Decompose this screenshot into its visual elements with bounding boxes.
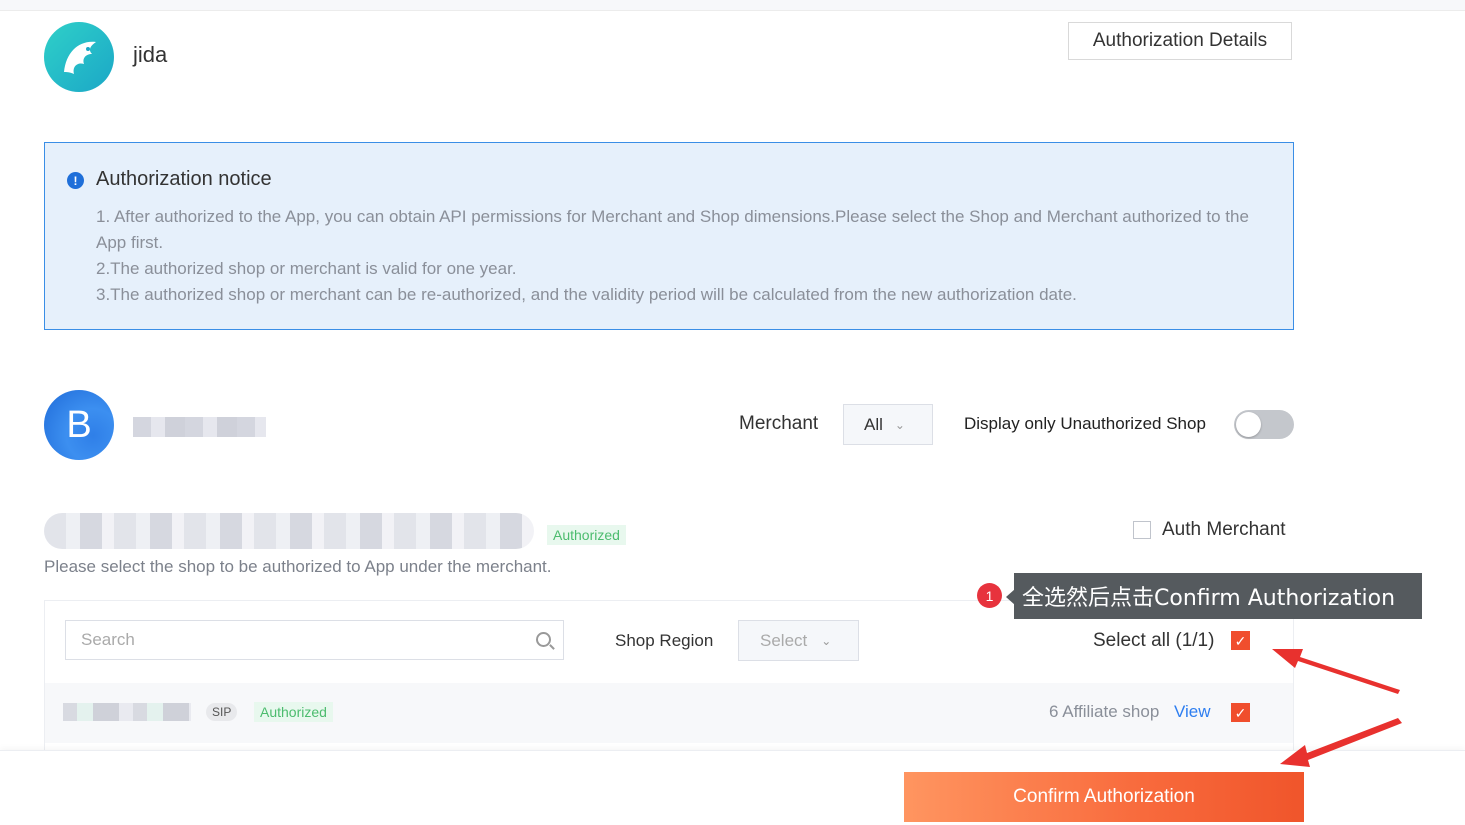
search-icon[interactable] [536,632,551,647]
step-badge: 1 [977,583,1002,608]
display-unauthorized-toggle[interactable] [1234,410,1294,439]
display-unauthorized-label: Display only Unauthorized Shop [964,414,1206,433]
app-logo [44,22,114,92]
chevron-down-icon: ⌄ [894,417,905,432]
instruction-tooltip: 全选然后点击Confirm Authorization [1014,573,1422,619]
auth-merchant-label: Auth Merchant [1162,519,1286,540]
region-badge: SIP [206,703,238,721]
app-name: jida [133,42,168,67]
notice-line: 2.The authorized shop or merchant is val… [96,259,517,278]
merchant-filter-label: Merchant [739,413,819,434]
merchant-avatar: B [44,390,114,460]
notice-line: 1. After authorized to the App, you can … [96,207,1249,252]
affiliate-shop-count: 6 Affiliate shop [1049,702,1160,721]
status-badge: Authorized [254,702,333,722]
merchant-hint: Please select the shop to be authorized … [44,557,552,576]
top-border [0,0,1465,11]
merchant-filter-value: All [864,414,883,434]
authorization-details-button[interactable]: Authorization Details [1068,22,1292,60]
search-input[interactable] [65,620,564,660]
chevron-down-icon: ⌄ [821,633,832,648]
merchant-shop-name-redacted [44,513,534,549]
confirm-authorization-button[interactable]: Confirm Authorization [904,772,1304,822]
notice-body: 1. After authorized to the App, you can … [96,204,1266,308]
shop-region-label: Shop Region [615,631,714,650]
authorization-notice: ! Authorization notice 1. After authoriz… [44,142,1294,330]
notice-line: 3.The authorized shop or merchant can be… [96,285,1077,304]
checkbox-box[interactable] [1133,521,1151,539]
shop-row-checkbox[interactable]: ✓ [1231,703,1250,722]
shop-region-select[interactable]: Select ⌄ [738,620,859,661]
shop-region-placeholder: Select [760,630,808,650]
select-all-checkbox[interactable]: ✓ [1231,631,1250,650]
merchant-name-redacted [133,417,266,437]
merchant-filter-select[interactable]: All ⌄ [843,404,933,445]
select-all-label: Select all (1/1) [1093,630,1215,651]
check-icon: ✓ [1234,704,1247,721]
shop-name-redacted [63,703,191,721]
view-link[interactable]: View [1174,702,1211,722]
info-icon: ! [67,172,84,189]
status-badge: Authorized [547,525,626,545]
toggle-knob [1236,412,1261,437]
check-icon: ✓ [1234,632,1247,649]
auth-merchant-checkbox[interactable]: Auth Merchant [1133,519,1286,541]
notice-title: Authorization notice [96,168,272,190]
